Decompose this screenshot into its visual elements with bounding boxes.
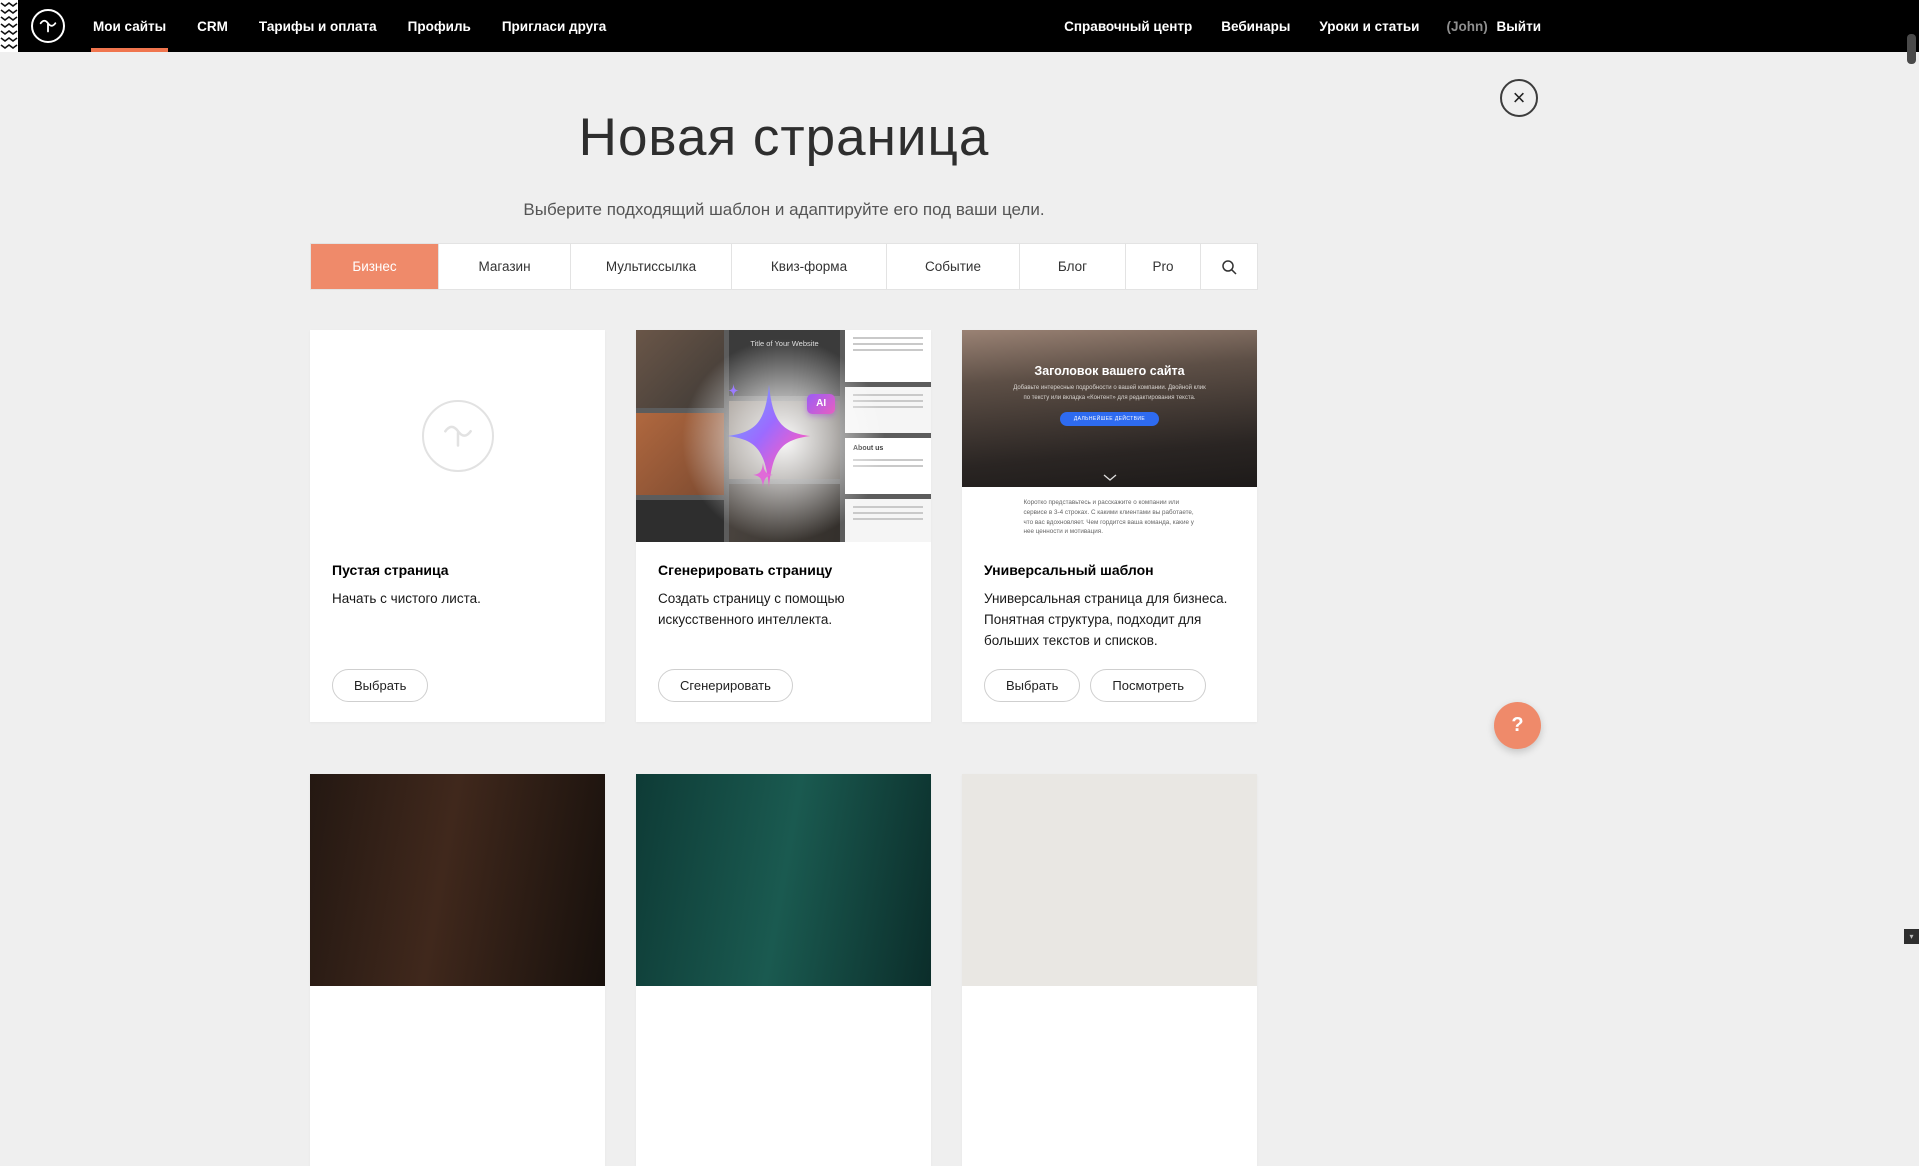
- scrollbar-down-arrow[interactable]: ▾: [1904, 929, 1919, 944]
- template-card-row2-2[interactable]: [636, 774, 931, 1166]
- tiny-sparkle-icon: [727, 383, 740, 398]
- template-preview-image: [636, 774, 931, 986]
- tab-search[interactable]: [1200, 244, 1257, 289]
- generate-page-button[interactable]: Сгенерировать: [658, 669, 793, 702]
- tab-business[interactable]: Бизнес: [311, 244, 438, 289]
- card-title: Универсальный шаблон: [984, 562, 1235, 578]
- ai-generate-preview: Title of Your Website About us: [636, 330, 931, 542]
- page-title: Новая страница: [310, 107, 1258, 168]
- card-description: Создать страницу с помощью искусственног…: [658, 589, 909, 631]
- nav-crm[interactable]: CRM: [195, 0, 230, 52]
- new-page-modal: × Новая страница Выберите подходящий шаб…: [0, 0, 1568, 1166]
- nav-webinars[interactable]: Вебинары: [1219, 19, 1292, 34]
- zigzag-decoration: [0, 0, 18, 52]
- tab-quiz-form[interactable]: Квиз-форма: [731, 244, 886, 289]
- universal-template-preview: Заголовок вашего сайта Добавьте интересн…: [962, 330, 1257, 542]
- tab-pro[interactable]: Pro: [1125, 244, 1200, 289]
- template-card-ai-generate: Title of Your Website About us: [636, 330, 931, 722]
- card-title: Сгенерировать страницу: [658, 562, 909, 578]
- ai-badge: AI: [807, 394, 835, 414]
- blank-page-preview: [310, 330, 605, 542]
- page-subtitle: Выберите подходящий шаблон и адаптируйте…: [310, 200, 1258, 220]
- card-description: Начать с чистого листа.: [332, 589, 583, 610]
- tilda-logo-icon: [37, 15, 59, 37]
- tilda-logo[interactable]: [31, 9, 65, 43]
- template-card-universal: Заголовок вашего сайта Добавьте интересн…: [962, 330, 1257, 722]
- vertical-scrollbar: ▾: [1904, 0, 1919, 944]
- scrollbar-thumb[interactable]: [1907, 34, 1916, 64]
- search-icon: [1221, 259, 1237, 275]
- zigzag-icon: [0, 0, 18, 50]
- card-title: Пустая страница: [332, 562, 583, 578]
- template-card-row2-3[interactable]: [962, 774, 1257, 1166]
- choose-blank-button[interactable]: Выбрать: [332, 669, 428, 702]
- tilda-watermark-icon: [422, 400, 494, 472]
- collage-site-title: Title of Your Website: [729, 330, 840, 348]
- template-category-tabs: Бизнес Магазин Мультиссылка Квиз-форма С…: [310, 243, 1258, 290]
- small-sparkle-icon: [751, 461, 775, 489]
- logout-label: Выйти: [1497, 19, 1542, 34]
- main-nav: Мои сайты CRM Тарифы и оплата Профиль Пр…: [91, 0, 635, 52]
- nav-tutorials[interactable]: Уроки и статьи: [1317, 19, 1421, 34]
- preview-hero-section: Заголовок вашего сайта Добавьте интересн…: [962, 330, 1257, 487]
- tab-store[interactable]: Магазин: [438, 244, 570, 289]
- user-name: (John): [1446, 19, 1487, 34]
- preview-hero-title: Заголовок вашего сайта: [1034, 364, 1184, 378]
- template-grid: Пустая страница Начать с чистого листа. …: [310, 330, 1258, 1166]
- template-card-row2-1[interactable]: [310, 774, 605, 1166]
- secondary-nav: Справочный центр Вебинары Уроки и статьи…: [1037, 0, 1568, 52]
- tab-event[interactable]: Событие: [886, 244, 1019, 289]
- collage-about-label: About us: [845, 438, 931, 452]
- preview-hero-button: Дальнейшее действие: [1060, 412, 1159, 426]
- choose-universal-button[interactable]: Выбрать: [984, 669, 1080, 702]
- preview-body-text: Коротко представьтесь и расскажите о ком…: [1024, 498, 1196, 537]
- top-navbar: Мои сайты CRM Тарифы и оплата Профиль Пр…: [0, 0, 1919, 52]
- template-card-blank: Пустая страница Начать с чистого листа. …: [310, 330, 605, 722]
- card-description: Универсальная страница для бизнеса. Поня…: [984, 589, 1235, 652]
- nav-pricing[interactable]: Тарифы и оплата: [257, 0, 379, 52]
- nav-invite-friend[interactable]: Пригласи друга: [500, 0, 608, 52]
- logout-link[interactable]: (John) Выйти: [1446, 19, 1541, 34]
- nav-help-center[interactable]: Справочный центр: [1062, 19, 1194, 34]
- template-preview-image: [962, 774, 1257, 986]
- close-button[interactable]: ×: [1500, 79, 1538, 117]
- template-preview-image: [310, 774, 605, 986]
- preview-body-section: Коротко представьтесь и расскажите о ком…: [962, 487, 1257, 542]
- view-universal-button[interactable]: Посмотреть: [1090, 669, 1206, 702]
- help-chat-button[interactable]: ?: [1494, 702, 1541, 749]
- preview-hero-text: Добавьте интересные подробности о вашей …: [1011, 384, 1209, 403]
- chevron-down-icon: [1103, 474, 1117, 481]
- website-collage: Title of Your Website About us: [636, 330, 931, 542]
- tab-blog[interactable]: Блог: [1019, 244, 1125, 289]
- nav-my-sites[interactable]: Мои сайты: [91, 0, 168, 52]
- tab-multilink[interactable]: Мультиссылка: [570, 244, 731, 289]
- nav-profile[interactable]: Профиль: [406, 0, 473, 52]
